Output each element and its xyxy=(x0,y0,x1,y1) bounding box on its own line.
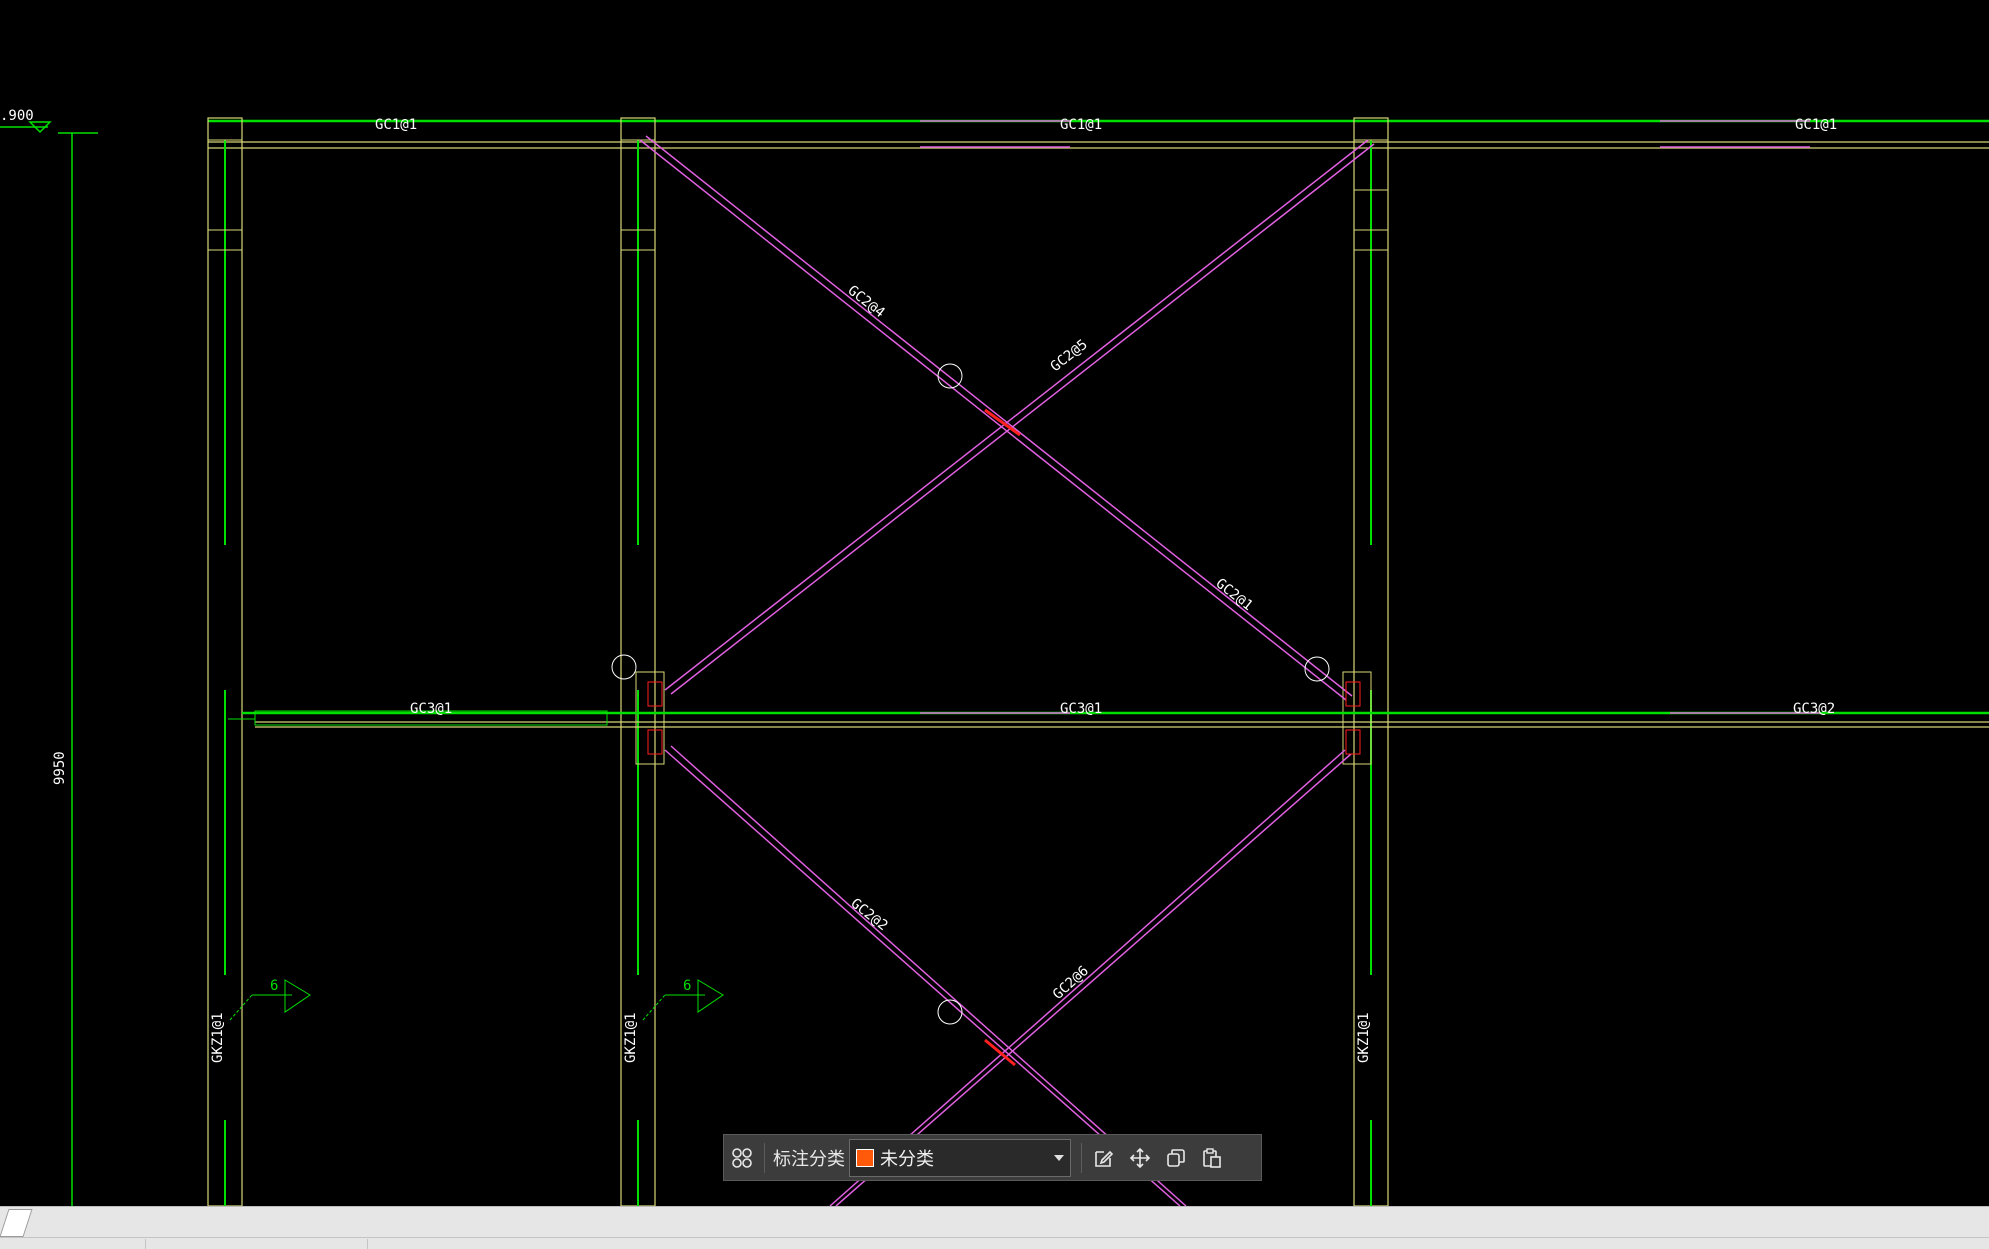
toolbar-divider xyxy=(764,1142,765,1173)
height-dimension: 9950 xyxy=(52,751,68,785)
column-label: GKZ1@1 xyxy=(623,1012,639,1063)
brace-label: GC2@1 xyxy=(1213,576,1256,615)
copy-icon[interactable] xyxy=(1158,1140,1194,1176)
gusset-plate xyxy=(1345,729,1361,755)
cad-drawing: .900 9950 6 6 GC1@1 GC1@1 GC1@1 GC3@1 GC… xyxy=(0,108,1989,1206)
brace-label: GC2@5 xyxy=(1048,337,1091,376)
brace-label: GC2@6 xyxy=(1050,963,1092,1003)
weld-size: 6 xyxy=(270,978,278,994)
strut-label: GC3@1 xyxy=(1060,701,1102,717)
move-icon[interactable] xyxy=(1122,1140,1158,1176)
weld-size: 6 xyxy=(683,978,691,994)
upper-braces xyxy=(639,135,1375,701)
category-value: 未分类 xyxy=(880,1148,934,1170)
annotation-toolbar: 标注分类 未分类 xyxy=(723,1134,1262,1181)
node-marker xyxy=(611,654,637,680)
layout-tab[interactable] xyxy=(0,1209,33,1237)
toolbar-divider xyxy=(1081,1142,1082,1173)
strut-label: GC3@2 xyxy=(1793,701,1835,717)
edit-icon[interactable] xyxy=(1086,1140,1122,1176)
strut-label: GC3@1 xyxy=(410,701,452,717)
beam-label: GC1@1 xyxy=(1060,117,1102,133)
column-label: GKZ1@1 xyxy=(1356,1012,1372,1063)
paste-icon[interactable] xyxy=(1194,1140,1230,1176)
brace-label: GC2@4 xyxy=(845,283,888,322)
chevron-down-icon xyxy=(1054,1154,1064,1161)
cad-drawing-canvas[interactable]: .900 9950 6 6 GC1@1 GC1@1 GC1@1 GC3@1 GC… xyxy=(0,0,1989,1206)
category-dropdown[interactable]: 未分类 xyxy=(849,1138,1071,1177)
middle-strut xyxy=(228,710,1989,728)
brace-label: GC2@2 xyxy=(848,896,891,935)
status-divider xyxy=(0,1237,1989,1238)
grid-icon[interactable] xyxy=(724,1140,760,1176)
column-label: GKZ1@1 xyxy=(210,1012,226,1063)
category-color-swatch xyxy=(856,1148,874,1167)
beam-label: GC1@1 xyxy=(375,117,417,133)
elevation-marker: .900 9950 xyxy=(0,108,98,1206)
gusset-plate xyxy=(1345,681,1361,707)
beam-label: GC1@1 xyxy=(1795,117,1837,133)
elevation-label: .900 xyxy=(0,108,34,124)
status-bar xyxy=(0,1206,1989,1249)
category-label: 标注分类 xyxy=(773,1148,845,1170)
